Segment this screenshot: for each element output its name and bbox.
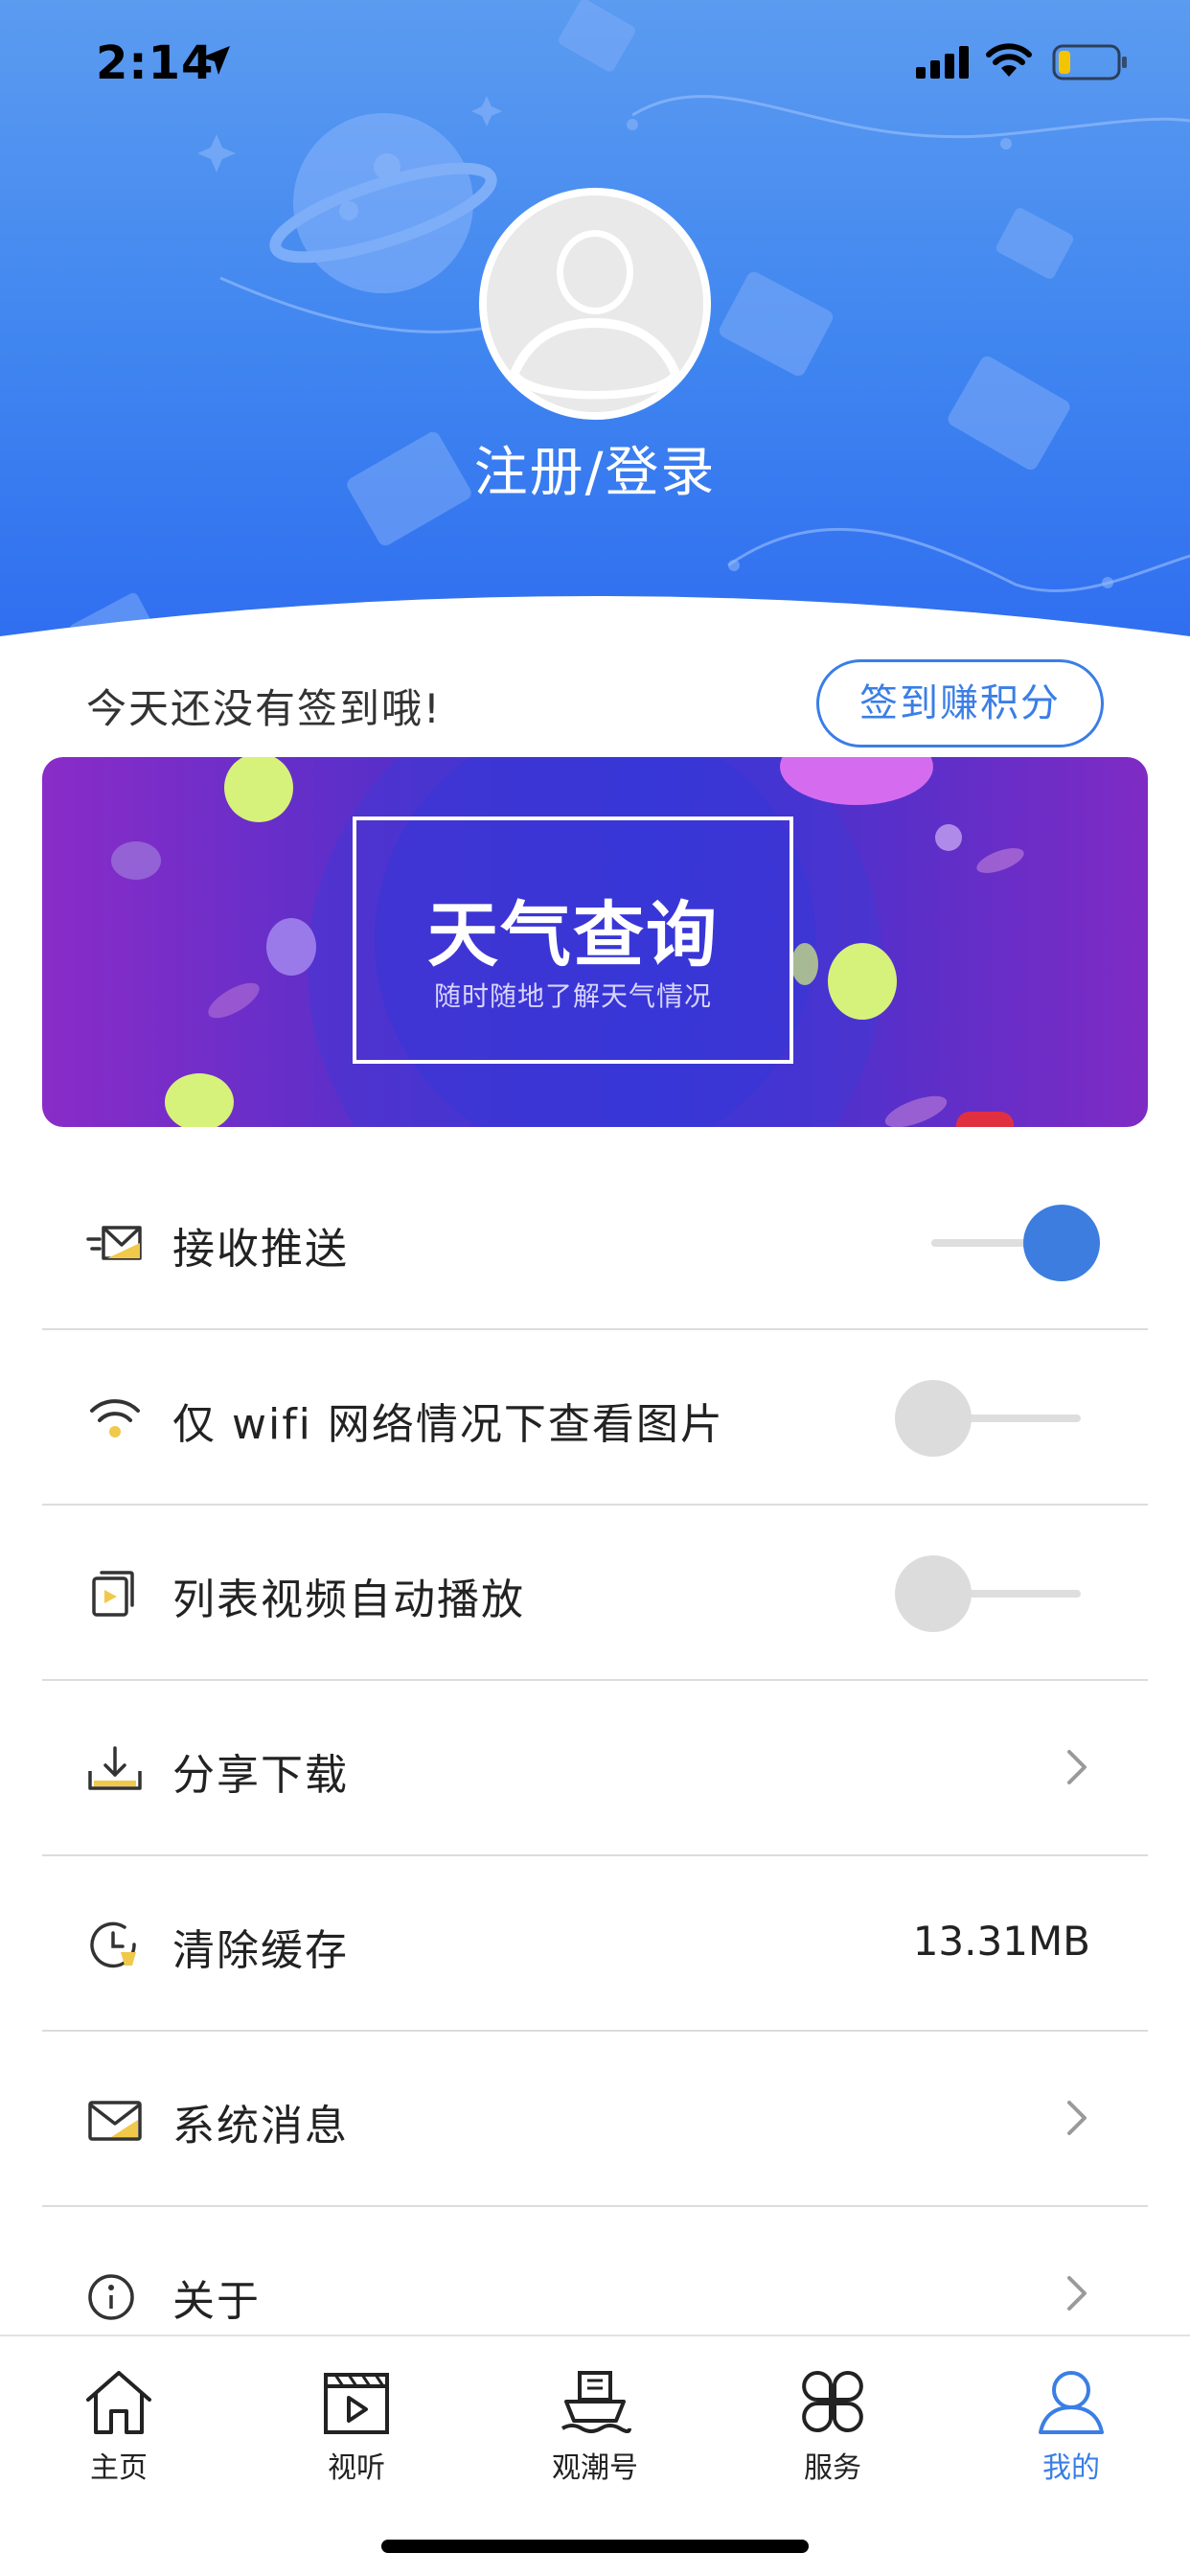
settings-row-label: 关于 xyxy=(172,2277,261,2326)
cache-size: 13.31MB xyxy=(912,1918,1090,1965)
chevron-right-icon xyxy=(1067,2101,1087,2135)
settings-row-push[interactable]: 接收推送 xyxy=(42,1155,1148,1330)
video-play-icon xyxy=(92,1571,134,1617)
toggle-knob xyxy=(895,1555,972,1632)
signal-icon xyxy=(916,46,969,79)
chevron-right-icon xyxy=(1067,1750,1087,1784)
signin-row: 今天还没有签到哦! 签到赚积分 xyxy=(0,652,1190,748)
tab-video[interactable]: 视听 xyxy=(280,2365,433,2499)
home-indicator xyxy=(381,2540,809,2553)
login-link[interactable]: 注册/登录 xyxy=(0,429,1190,507)
download-icon xyxy=(88,1746,142,1790)
settings-row-label: 清除缓存 xyxy=(172,1926,349,1975)
push-toggle[interactable] xyxy=(912,1205,1100,1281)
tab-label: 我的 xyxy=(1042,2451,1100,2485)
tab-label: 观潮号 xyxy=(552,2451,638,2485)
tab-bar: 主页 视听 观潮号 服务 我的 xyxy=(0,2334,1190,2576)
status-bar: 2:14 xyxy=(0,0,1190,126)
mail-icon xyxy=(88,2101,142,2141)
tab-guanchao[interactable]: 观潮号 xyxy=(518,2365,672,2499)
settings-row-clear-cache[interactable]: 清除缓存 13.31MB xyxy=(42,1856,1148,2032)
clear-cache-icon xyxy=(90,1921,136,1968)
settings-row-wifi-images[interactable]: 仅 wifi 网络情况下查看图片 xyxy=(42,1330,1148,1506)
info-icon xyxy=(88,2274,134,2320)
clapperboard-icon xyxy=(324,2373,389,2434)
toggle-knob xyxy=(895,1380,972,1457)
signin-button[interactable]: 签到赚积分 xyxy=(816,659,1104,748)
default-avatar-icon xyxy=(487,196,703,412)
settings-row-messages[interactable]: 系统消息 xyxy=(42,2032,1148,2207)
wifi-icon xyxy=(90,1399,140,1438)
home-icon xyxy=(86,2371,151,2434)
user-icon xyxy=(1039,2371,1104,2434)
wifi-icon xyxy=(986,43,1032,77)
profile-header: 2:14 注册/登录 xyxy=(0,0,1190,652)
settings-list: 接收推送 仅 wifi 网络情况下查看图片 列表视频自动播放 分享下载 清除缓存… xyxy=(42,1155,1148,2382)
signin-message: 今天还没有签到哦! xyxy=(86,685,442,732)
toggle-knob xyxy=(1023,1205,1100,1281)
settings-row-label: 系统消息 xyxy=(172,2102,349,2150)
tab-label: 主页 xyxy=(90,2451,148,2485)
settings-row-label: 接收推送 xyxy=(172,1225,349,1274)
push-envelope-icon xyxy=(86,1226,142,1260)
location-arrow-icon xyxy=(201,46,230,75)
services-grid-icon xyxy=(802,2371,863,2432)
banner-subtitle: 随时随地了解天气情况 xyxy=(433,980,712,1012)
banner-title: 天气查询 xyxy=(427,894,719,977)
status-time: 2:14 xyxy=(96,36,215,90)
settings-row-label: 分享下载 xyxy=(172,1751,349,1800)
tab-label: 服务 xyxy=(804,2451,861,2485)
autoplay-toggle[interactable] xyxy=(895,1555,1100,1632)
banner-frame: 天气查询 随时随地了解天气情况 xyxy=(353,816,793,1064)
wifi-images-toggle[interactable] xyxy=(895,1380,1100,1457)
settings-row-autoplay[interactable]: 列表视频自动播放 xyxy=(42,1506,1148,1681)
weather-banner[interactable]: 天气查询 随时随地了解天气情况 xyxy=(42,757,1148,1127)
battery-icon xyxy=(1052,44,1127,80)
chevron-right-icon xyxy=(1067,2276,1087,2311)
tab-services[interactable]: 服务 xyxy=(756,2365,909,2499)
settings-row-download[interactable]: 分享下载 xyxy=(42,1681,1148,1856)
tab-home[interactable]: 主页 xyxy=(42,2365,195,2499)
ship-icon xyxy=(561,2371,631,2433)
header-curve xyxy=(0,596,1190,652)
settings-row-label: 列表视频自动播放 xyxy=(172,1576,525,1624)
settings-row-label: 仅 wifi 网络情况下查看图片 xyxy=(172,1400,724,1449)
tab-mine[interactable]: 我的 xyxy=(995,2365,1148,2499)
avatar[interactable] xyxy=(479,188,711,420)
tab-label: 视听 xyxy=(328,2451,385,2485)
